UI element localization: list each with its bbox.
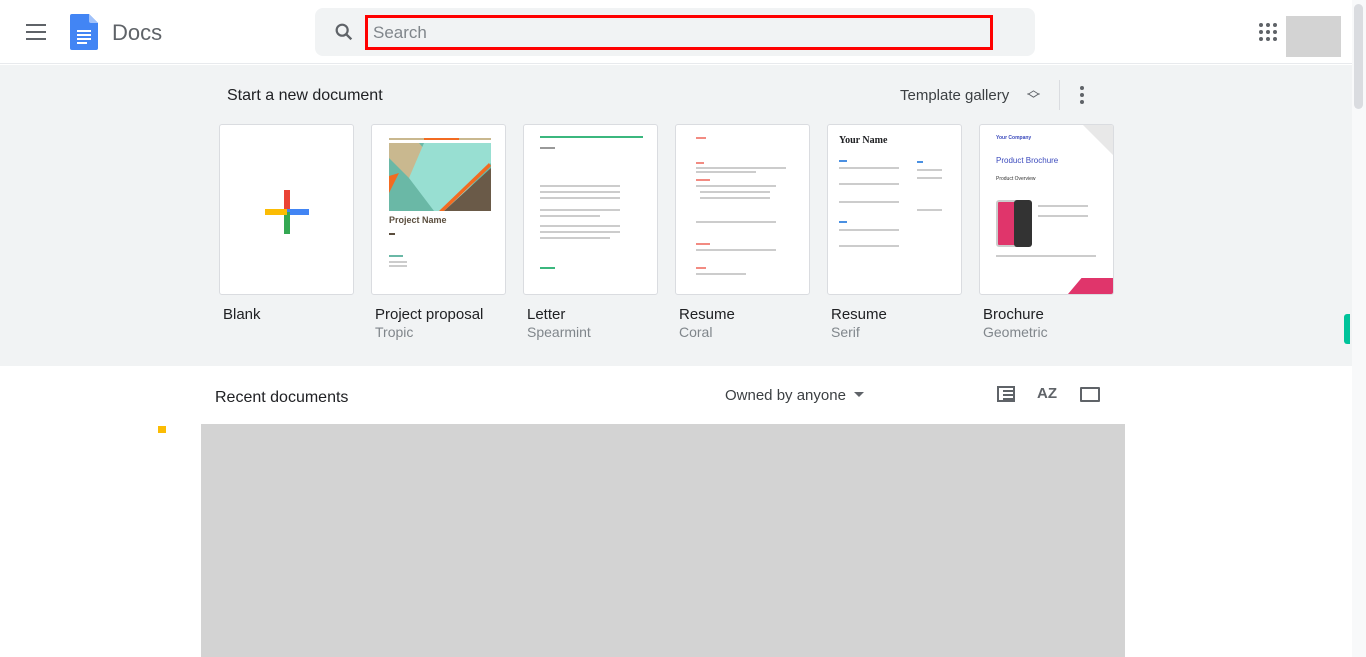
owner-filter-dropdown[interactable]: Owned by anyone xyxy=(725,387,846,404)
tropic-thumbnail-art xyxy=(389,138,491,211)
template-subtitle: Tropic xyxy=(375,324,414,340)
list-view-icon[interactable] xyxy=(997,386,1015,402)
template-resume-serif[interactable]: Your Name xyxy=(827,124,962,295)
thumb-title: Your Name xyxy=(839,135,888,146)
recent-documents-title: Recent documents xyxy=(215,389,349,406)
template-name[interactable]: Letter xyxy=(527,306,565,323)
more-options-icon[interactable] xyxy=(1080,86,1084,107)
recent-documents-grid xyxy=(201,424,1125,657)
loading-indicator xyxy=(158,426,166,433)
template-blank[interactable] xyxy=(219,124,354,295)
template-subtitle: Serif xyxy=(831,324,860,340)
thumb-title: Product Brochure xyxy=(996,156,1059,165)
template-subtitle: Coral xyxy=(679,324,713,340)
docs-logo-icon[interactable] xyxy=(70,14,98,50)
apps-grid-icon[interactable] xyxy=(1259,23,1277,41)
thumb-section: Product Overview xyxy=(996,176,1036,182)
template-project-proposal[interactable]: Project Name xyxy=(371,124,506,295)
template-name[interactable]: Blank xyxy=(223,306,261,323)
section-title: Start a new document xyxy=(227,87,383,104)
unfold-icon[interactable]: ︿ ﹀ xyxy=(1027,83,1040,106)
template-subtitle: Spearmint xyxy=(527,324,591,340)
plus-icon xyxy=(265,190,309,234)
scrollbar-thumb[interactable] xyxy=(1354,4,1363,109)
thumb-company: Your Company xyxy=(996,135,1032,141)
divider xyxy=(1059,80,1060,110)
search-icon[interactable] xyxy=(333,21,355,43)
template-name[interactable]: Brochure xyxy=(983,306,1044,323)
account-avatar[interactable] xyxy=(1286,16,1341,57)
template-resume-coral[interactable] xyxy=(675,124,810,295)
template-brochure[interactable]: Your Company Product Brochure Product Ov… xyxy=(979,124,1114,295)
template-name[interactable]: Resume xyxy=(831,306,887,323)
caret-down-icon[interactable] xyxy=(854,392,864,397)
side-panel-tab[interactable] xyxy=(1344,314,1350,344)
template-gallery-button[interactable]: Template gallery xyxy=(900,87,1009,104)
sort-az-icon[interactable]: AZ xyxy=(1037,385,1057,402)
template-letter[interactable] xyxy=(523,124,658,295)
main-menu-icon[interactable] xyxy=(26,24,46,40)
template-name[interactable]: Resume xyxy=(679,306,735,323)
thumb-title: Project Name xyxy=(389,215,447,225)
folder-picker-icon[interactable] xyxy=(1080,387,1100,402)
template-subtitle: Geometric xyxy=(983,324,1048,340)
template-name[interactable]: Project proposal xyxy=(375,306,483,323)
search-input[interactable] xyxy=(365,15,993,50)
app-name[interactable]: Docs xyxy=(112,20,162,46)
